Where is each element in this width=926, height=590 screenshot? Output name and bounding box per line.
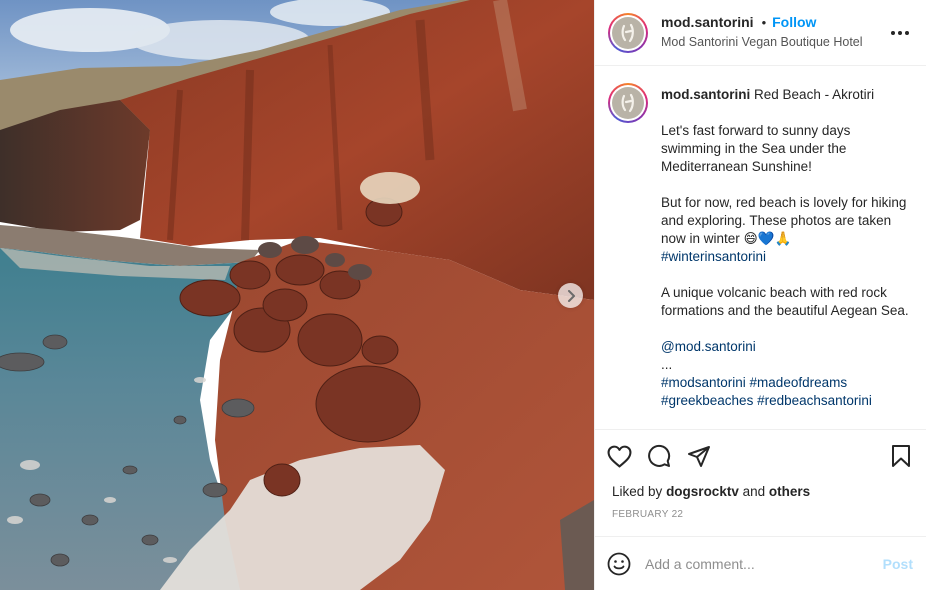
profile-picture [612, 16, 644, 49]
comment-button[interactable] [646, 443, 672, 469]
avatar[interactable] [608, 12, 648, 53]
comment-icon [648, 444, 671, 467]
comment-input[interactable] [645, 555, 883, 572]
emoji-button[interactable] [606, 551, 632, 577]
caption-text: mod.santorini Red Beach - Akrotiri Let's… [661, 86, 910, 410]
next-photo-button[interactable] [558, 283, 583, 308]
heart-icon [607, 445, 631, 467]
chevron-right-icon [567, 289, 575, 302]
hashtag-link[interactable]: #winterinsantorini [661, 249, 766, 264]
likes-others-link[interactable]: others [769, 484, 810, 499]
action-bar [595, 430, 926, 482]
post-photo[interactable] [0, 0, 594, 590]
likes-summary: Liked by dogsrocktv and others [612, 484, 811, 499]
liked-by-user-link[interactable]: dogsrocktv [666, 484, 739, 499]
post-header: mod.santorini • Follow Mod Santorini Veg… [595, 0, 926, 66]
red-beach-photo [0, 0, 594, 590]
caption-section: mod.santorini Red Beach - Akrotiri Let's… [595, 66, 926, 430]
hashtag-link[interactable]: #modsantorini #madeofdreams [661, 375, 847, 390]
post-date[interactable]: FEBRUARY 22 [595, 509, 926, 523]
comment-form: Post [595, 536, 926, 590]
caption-title: Red Beach - Akrotiri [754, 87, 875, 102]
location-link[interactable]: Mod Santorini Vegan Boutique Hotel [661, 35, 888, 51]
caption-emoji: 😄💙🙏 [743, 231, 792, 246]
hashtag-link[interactable]: #greekbeaches #redbeachsantorini [661, 393, 872, 408]
caption-username[interactable]: mod.santorini [661, 87, 750, 102]
emoji-icon [607, 552, 631, 575]
more-options-button[interactable] [888, 21, 912, 45]
caption-paragraph-3: A unique volcanic beach with red rock fo… [661, 285, 909, 318]
caption-avatar[interactable] [608, 83, 648, 123]
profile-logo-icon [621, 23, 634, 42]
post-comment-button[interactable]: Post [883, 556, 913, 572]
save-button[interactable] [888, 443, 914, 469]
share-button[interactable] [686, 443, 712, 469]
mention-link[interactable]: @mod.santorini [661, 339, 756, 354]
caption-ellipsis: ... [661, 357, 673, 372]
instagram-post-modal: mod.santorini • Follow Mod Santorini Veg… [0, 0, 926, 590]
bookmark-icon [892, 445, 910, 467]
caption-paragraph-1: Let's fast forward to sunny days swimmin… [661, 123, 851, 174]
like-button[interactable] [606, 443, 632, 469]
separator-dot: • [761, 15, 767, 31]
follow-button[interactable]: Follow [772, 14, 816, 32]
profile-logo-icon [621, 93, 634, 113]
more-options-icon [891, 30, 909, 35]
username-link[interactable]: mod.santorini [661, 14, 754, 32]
post-side-panel: mod.santorini • Follow Mod Santorini Veg… [594, 0, 926, 590]
paper-plane-icon [688, 446, 710, 467]
